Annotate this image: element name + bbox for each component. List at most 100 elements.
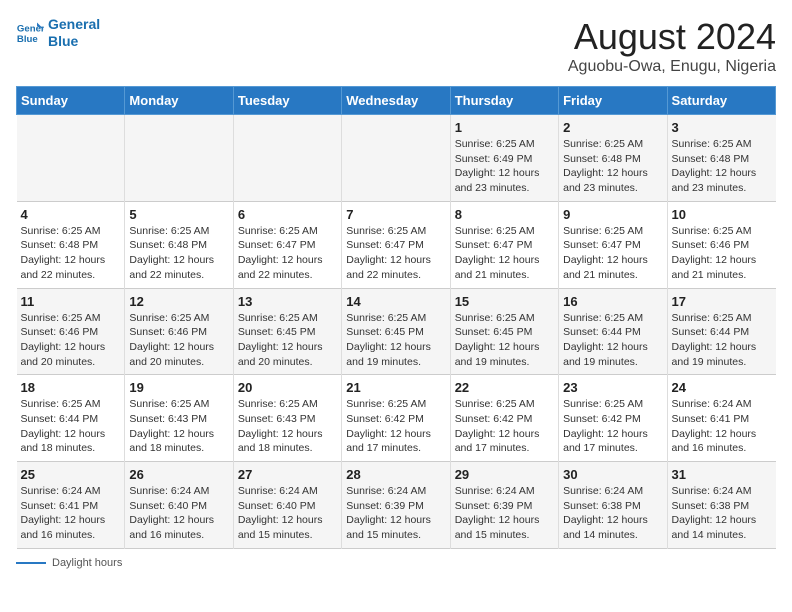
day-number: 6 [238, 207, 337, 222]
footer-label: Daylight hours [52, 557, 122, 569]
calendar-cell: 15Sunrise: 6:25 AM Sunset: 6:45 PM Dayli… [450, 288, 558, 375]
day-number: 7 [346, 207, 445, 222]
day-info: Sunrise: 6:24 AM Sunset: 6:40 PM Dayligh… [238, 484, 337, 543]
day-info: Sunrise: 6:25 AM Sunset: 6:42 PM Dayligh… [563, 397, 662, 456]
day-info: Sunrise: 6:24 AM Sunset: 6:38 PM Dayligh… [563, 484, 662, 543]
day-number: 11 [21, 294, 121, 309]
calendar-cell: 17Sunrise: 6:25 AM Sunset: 6:44 PM Dayli… [667, 288, 775, 375]
header: General Blue General Blue August 2024 Ag… [16, 16, 776, 76]
header-day-sunday: Sunday [17, 87, 125, 115]
header-row: SundayMondayTuesdayWednesdayThursdayFrid… [17, 87, 776, 115]
day-number: 29 [455, 467, 554, 482]
calendar-cell: 12 Sunrise: 6:25 AM Sunset: 6:46 PM Dayli… [125, 288, 233, 375]
calendar-cell: 27 Sunrise: 6:24 AM Sunset: 6:40 PM Dayli… [233, 462, 341, 549]
day-number: 30 [563, 467, 662, 482]
week-row-1: 4 Sunrise: 6:25 AM Sunset: 6:48 PM Daylig… [17, 201, 776, 288]
day-number: 10 [672, 207, 772, 222]
calendar-cell: 2 Sunrise: 6:25 AM Sunset: 6:48 PM Daylig… [559, 115, 667, 202]
day-number: 3 [672, 120, 772, 135]
day-info: Sunrise: 6:25 AM Sunset: 6:43 PM Dayligh… [129, 397, 228, 456]
header-day-tuesday: Tuesday [233, 87, 341, 115]
day-number: 18 [21, 380, 121, 395]
main-title: August 2024 [568, 16, 776, 58]
calendar-body: 1 Sunrise: 6:25 AM Sunset: 6:49 PM Daylig… [17, 115, 776, 549]
day-info: Sunrise: 6:24 AM Sunset: 6:40 PM Dayligh… [129, 484, 228, 543]
day-info: Sunrise: 6:25 AM Sunset: 6:48 PM Dayligh… [563, 137, 662, 196]
day-number: 13 [238, 294, 337, 309]
day-number: 9 [563, 207, 662, 222]
calendar-header: SundayMondayTuesdayWednesdayThursdayFrid… [17, 87, 776, 115]
subtitle: Aguobu-Owa, Enugu, Nigeria [568, 58, 776, 76]
calendar-cell: 20Sunrise: 6:25 AM Sunset: 6:43 PM Dayli… [233, 375, 341, 462]
day-number: 26 [129, 467, 228, 482]
logo: General Blue General Blue [16, 16, 100, 50]
day-number: 20 [238, 380, 337, 395]
day-info: Sunrise: 6:25 AM Sunset: 6:47 PM Dayligh… [346, 224, 445, 283]
day-info: Sunrise: 6:24 AM Sunset: 6:39 PM Dayligh… [346, 484, 445, 543]
header-day-saturday: Saturday [667, 87, 775, 115]
day-number: 22 [455, 380, 554, 395]
day-info: Sunrise: 6:24 AM Sunset: 6:39 PM Dayligh… [455, 484, 554, 543]
calendar-cell: 26 Sunrise: 6:24 AM Sunset: 6:40 PM Dayli… [125, 462, 233, 549]
logo-general: General [48, 16, 100, 32]
day-info: Sunrise: 6:24 AM Sunset: 6:38 PM Dayligh… [672, 484, 772, 543]
title-block: August 2024 Aguobu-Owa, Enugu, Nigeria [568, 16, 776, 76]
calendar-cell: 4 Sunrise: 6:25 AM Sunset: 6:48 PM Daylig… [17, 201, 125, 288]
svg-text:Blue: Blue [17, 34, 38, 45]
day-number: 27 [238, 467, 337, 482]
calendar-cell: 6 Sunrise: 6:25 AM Sunset: 6:47 PM Daylig… [233, 201, 341, 288]
logo-text: General Blue [48, 16, 100, 50]
day-number: 21 [346, 380, 445, 395]
calendar-cell: 7 Sunrise: 6:25 AM Sunset: 6:47 PM Daylig… [342, 201, 450, 288]
day-info: Sunrise: 6:25 AM Sunset: 6:46 PM Dayligh… [129, 311, 228, 370]
calendar-table: SundayMondayTuesdayWednesdayThursdayFrid… [16, 86, 776, 549]
day-info: Sunrise: 6:25 AM Sunset: 6:42 PM Dayligh… [346, 397, 445, 456]
day-number: 25 [21, 467, 121, 482]
calendar-cell: 28Sunrise: 6:24 AM Sunset: 6:39 PM Dayli… [342, 462, 450, 549]
calendar-cell: 21 Sunrise: 6:25 AM Sunset: 6:42 PM Dayli… [342, 375, 450, 462]
footer: Daylight hours [16, 557, 776, 569]
day-number: 2 [563, 120, 662, 135]
day-info: Sunrise: 6:25 AM Sunset: 6:45 PM Dayligh… [455, 311, 554, 370]
logo-blue: Blue [48, 33, 78, 49]
day-number: 4 [21, 207, 121, 222]
calendar-cell: 13Sunrise: 6:25 AM Sunset: 6:45 PM Dayli… [233, 288, 341, 375]
day-info: Sunrise: 6:25 AM Sunset: 6:44 PM Dayligh… [563, 311, 662, 370]
day-number: 19 [129, 380, 228, 395]
calendar-cell: 9 Sunrise: 6:25 AM Sunset: 6:47 PM Daylig… [559, 201, 667, 288]
calendar-cell: 29 Sunrise: 6:24 AM Sunset: 6:39 PM Dayli… [450, 462, 558, 549]
day-info: Sunrise: 6:25 AM Sunset: 6:48 PM Dayligh… [672, 137, 772, 196]
day-info: Sunrise: 6:25 AM Sunset: 6:48 PM Dayligh… [129, 224, 228, 283]
day-info: Sunrise: 6:25 AM Sunset: 6:45 PM Dayligh… [346, 311, 445, 370]
day-number: 12 [129, 294, 228, 309]
day-info: Sunrise: 6:24 AM Sunset: 6:41 PM Dayligh… [672, 397, 772, 456]
svg-text:General: General [17, 23, 44, 34]
day-info: Sunrise: 6:25 AM Sunset: 6:42 PM Dayligh… [455, 397, 554, 456]
day-number: 1 [455, 120, 554, 135]
day-info: Sunrise: 6:25 AM Sunset: 6:47 PM Dayligh… [238, 224, 337, 283]
calendar-cell: 5Sunrise: 6:25 AM Sunset: 6:48 PM Daylig… [125, 201, 233, 288]
day-info: Sunrise: 6:25 AM Sunset: 6:48 PM Dayligh… [21, 224, 121, 283]
day-number: 14 [346, 294, 445, 309]
logo-icon: General Blue [16, 19, 44, 47]
day-number: 23 [563, 380, 662, 395]
calendar-cell: 16 Sunrise: 6:25 AM Sunset: 6:44 PM Dayli… [559, 288, 667, 375]
day-info: Sunrise: 6:25 AM Sunset: 6:46 PM Dayligh… [672, 224, 772, 283]
calendar-cell: 1 Sunrise: 6:25 AM Sunset: 6:49 PM Daylig… [450, 115, 558, 202]
header-day-monday: Monday [125, 87, 233, 115]
day-number: 16 [563, 294, 662, 309]
calendar-cell [17, 115, 125, 202]
day-info: Sunrise: 6:25 AM Sunset: 6:47 PM Dayligh… [563, 224, 662, 283]
day-info: Sunrise: 6:25 AM Sunset: 6:49 PM Dayligh… [455, 137, 554, 196]
calendar-cell: 10 Sunrise: 6:25 AM Sunset: 6:46 PM Dayli… [667, 201, 775, 288]
calendar-cell: 25Sunrise: 6:24 AM Sunset: 6:41 PM Dayli… [17, 462, 125, 549]
header-day-thursday: Thursday [450, 87, 558, 115]
week-row-3: 18Sunrise: 6:25 AM Sunset: 6:44 PM Dayli… [17, 375, 776, 462]
day-number: 8 [455, 207, 554, 222]
calendar-cell: 24Sunrise: 6:24 AM Sunset: 6:41 PM Dayli… [667, 375, 775, 462]
calendar-cell [233, 115, 341, 202]
header-day-friday: Friday [559, 87, 667, 115]
calendar-cell: 11Sunrise: 6:25 AM Sunset: 6:46 PM Dayli… [17, 288, 125, 375]
calendar-cell: 23 Sunrise: 6:25 AM Sunset: 6:42 PM Dayli… [559, 375, 667, 462]
calendar-cell: 31Sunrise: 6:24 AM Sunset: 6:38 PM Dayli… [667, 462, 775, 549]
